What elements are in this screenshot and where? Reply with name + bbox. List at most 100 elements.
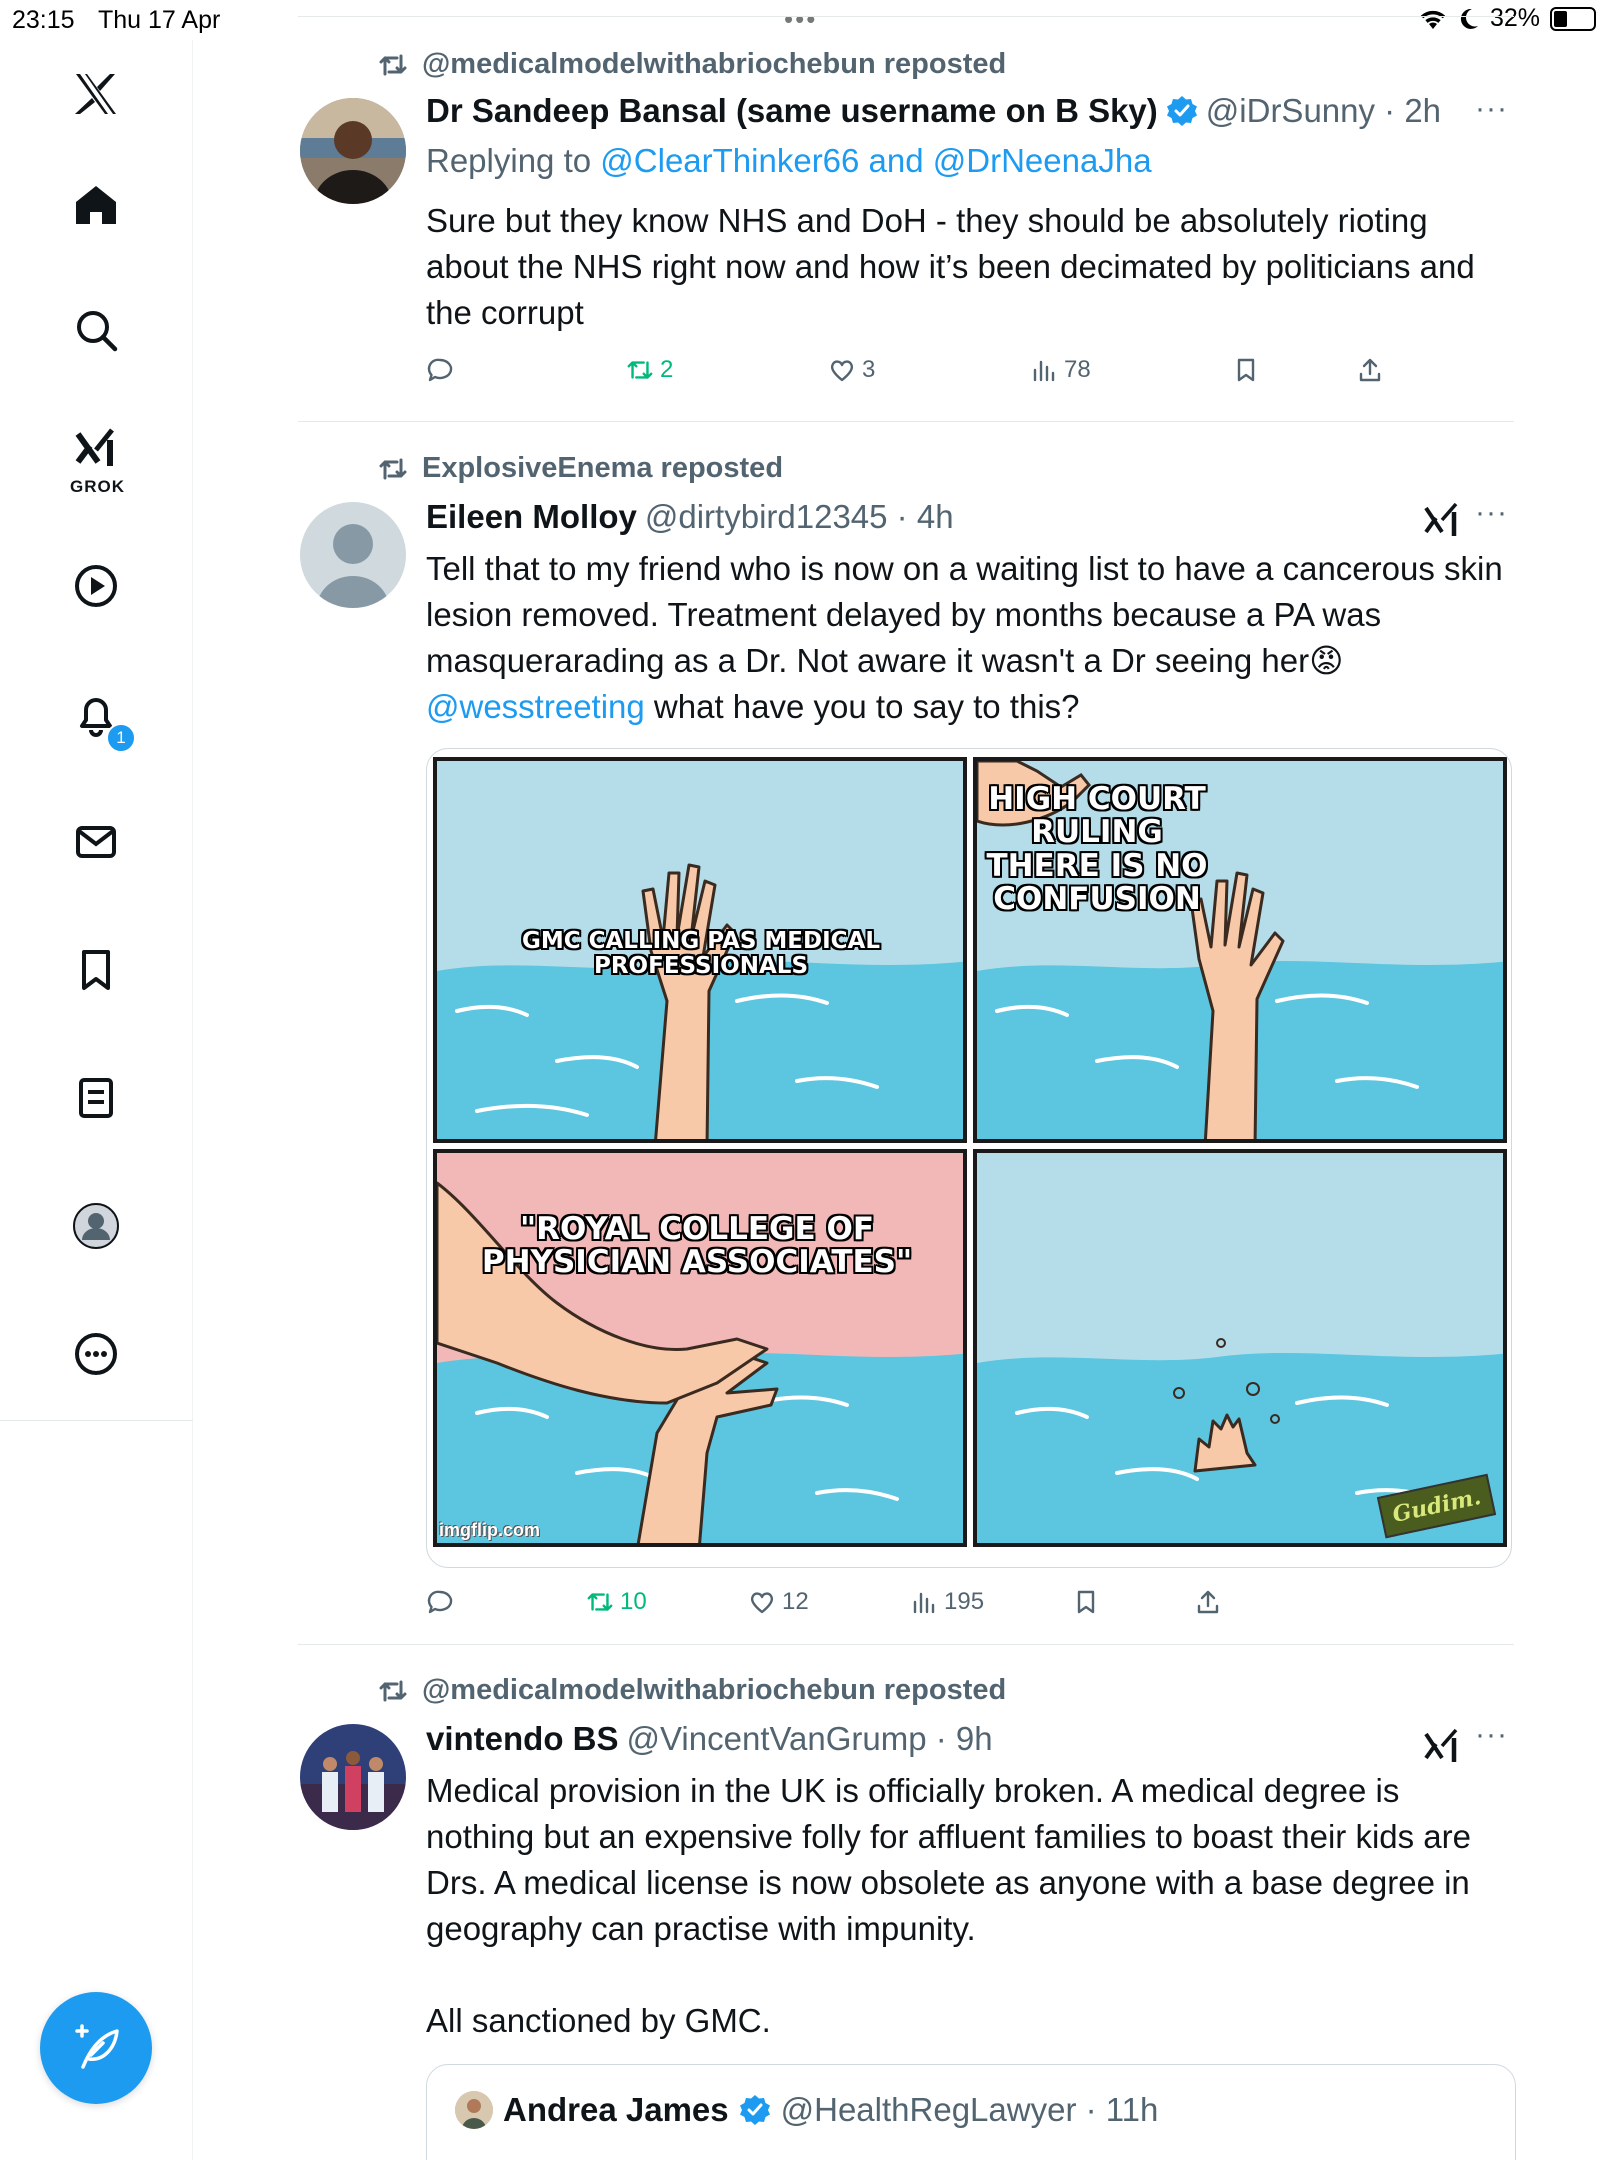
repost-indicator: @medicalmodelwithabriochebun reposted	[378, 1674, 1006, 1707]
sidebar-divider	[0, 1420, 193, 1421]
post-actions: 10 12 195	[426, 1588, 1446, 1628]
repost-by-text: ExplosiveEnema reposted	[422, 452, 784, 484]
grok-icon[interactable]	[64, 418, 128, 482]
view-count: 195	[944, 1588, 985, 1615]
like-count: 3	[862, 356, 876, 383]
author-handle-time[interactable]: @VincentVanGrump · 9h	[627, 1720, 993, 1758]
repost-count: 2	[660, 356, 674, 383]
repost-indicator: @medicalmodelwithabriochebun reposted	[378, 48, 1006, 81]
repost-icon	[379, 1680, 407, 1701]
repost-icon	[379, 458, 407, 479]
repost-icon	[587, 1593, 613, 1611]
post-divider	[298, 1644, 1514, 1645]
replying-to-label: Replying to	[426, 142, 592, 179]
post-text: Medical provision in the UK is officiall…	[426, 1772, 1471, 1947]
wifi-icon	[1420, 10, 1446, 29]
lists-icon[interactable]	[64, 1066, 128, 1130]
reply-icon	[427, 1590, 453, 1614]
search-icon[interactable]	[64, 298, 128, 362]
status-time: 23:15	[12, 6, 75, 34]
bookmark-icon	[1237, 358, 1255, 382]
avatar[interactable]	[300, 98, 406, 204]
post-text: Sure but they know NHS and DoH - they sh…	[426, 202, 1475, 331]
avatar[interactable]	[300, 1724, 406, 1830]
post-text-2: All sanctioned by GMC.	[426, 2002, 771, 2039]
meme-panel-1: GMC calling PAs medical professionals	[433, 757, 967, 1143]
post-vintendo-bs[interactable]: @medicalmodelwithabriochebun reposted vi…	[298, 1668, 1516, 2160]
profile-avatar-icon[interactable]	[64, 1194, 128, 1258]
sidebar: GROK 1	[0, 40, 193, 2160]
repost-by-text: @medicalmodelwithabriochebun reposted	[422, 48, 1007, 80]
quoted-author-handle-time[interactable]: @HealthRegLawyer · 11h	[781, 2091, 1159, 2129]
heart-icon	[750, 1592, 774, 1614]
bookmark-button[interactable]	[1232, 356, 1260, 384]
share-icon	[1359, 358, 1381, 382]
repost-icon	[379, 54, 407, 75]
author-handle-time[interactable]: @iDrSunny · 2h	[1206, 92, 1441, 130]
imgflip-watermark: imgflip.com	[439, 1520, 541, 1540]
reply-button[interactable]	[426, 1588, 454, 1616]
more-options-icon[interactable]	[64, 1322, 128, 1386]
author-handle-time[interactable]: @dirtybird12345 · 4h	[645, 498, 954, 536]
bookmark-button[interactable]	[1072, 1588, 1100, 1616]
author-name[interactable]: vintendo BS	[426, 1720, 619, 1758]
reply-button[interactable]	[426, 356, 454, 384]
share-icon	[1197, 1590, 1219, 1614]
feed-top-divider	[298, 16, 1514, 17]
replying-to-mentions[interactable]: @ClearThinker66 and @DrNeenaJha	[600, 142, 1151, 179]
x-logo-icon[interactable]	[64, 62, 128, 126]
multitask-dots-icon[interactable]: •••	[784, 4, 817, 35]
quoted-post[interactable]: Andrea James @HealthRegLawyer · 11h	[426, 2064, 1516, 2160]
post-divider	[298, 421, 1514, 422]
quoted-avatar	[455, 2091, 493, 2129]
like-button[interactable]: 3	[828, 356, 875, 384]
heart-icon	[830, 360, 854, 382]
share-button[interactable]	[1356, 356, 1384, 384]
more-options-icon[interactable]: ···	[1475, 496, 1508, 530]
author-name[interactable]: Dr Sandeep Bansal (same username on B Sk…	[426, 92, 1158, 130]
status-right: 32%	[1418, 4, 1596, 33]
battery-icon	[1550, 6, 1596, 31]
post-eileen-molloy[interactable]: ExplosiveEnema reposted Eileen Molloy @d…	[298, 446, 1514, 1642]
more-options-icon[interactable]: ···	[1475, 1718, 1508, 1752]
repost-button[interactable]: 2	[626, 356, 673, 384]
battery-percent: 32%	[1489, 4, 1540, 32]
bookmark-icon	[1077, 1590, 1095, 1614]
repost-count: 10	[620, 1588, 647, 1615]
video-play-icon[interactable]	[64, 554, 128, 618]
meme-caption-3: "ROYAL COLLEGE OF PHYSICIAN ASSOCIATES"	[481, 1211, 913, 1281]
view-count: 78	[1064, 356, 1091, 383]
verified-badge-icon	[739, 2095, 770, 2125]
grok-explain-icon[interactable]	[1422, 500, 1462, 540]
bookmarks-icon[interactable]	[64, 938, 128, 1002]
repost-by-text: @medicalmodelwithabriochebun reposted	[422, 1674, 1007, 1706]
meme-panel-4: Gudim.	[973, 1149, 1507, 1547]
views-button[interactable]: 78	[1030, 356, 1091, 384]
home-icon[interactable]	[64, 172, 128, 236]
views-button[interactable]: 195	[910, 1588, 984, 1616]
meme-caption-2: HIGH COURT RULING THERE IS NO CONFUSION	[986, 781, 1208, 918]
post-sandeep-bansal[interactable]: @medicalmodelwithabriochebun reposted Dr…	[298, 40, 1514, 420]
status-bar: 23:15 Thu 17 Apr ••• 32%	[0, 0, 1620, 40]
post-text: Tell that to my friend who is now on a w…	[426, 546, 1506, 730]
author-name[interactable]: Eileen Molloy	[426, 498, 637, 536]
share-button[interactable]	[1194, 1588, 1222, 1616]
grok-explain-icon[interactable]	[1422, 1726, 1462, 1766]
like-button[interactable]: 12	[748, 1588, 809, 1616]
post-text-after-mention: what have you to say to this?	[644, 688, 1080, 725]
reply-icon	[427, 358, 453, 382]
status-date: Thu 17 Apr	[98, 6, 221, 34]
more-options-icon[interactable]: ···	[1475, 92, 1508, 126]
compose-feather-icon	[75, 2024, 119, 2069]
grok-label: GROK	[70, 477, 125, 496]
meme-image[interactable]: GMC calling PAs medical professionals HI…	[426, 748, 1512, 1568]
repost-button[interactable]: 10	[586, 1588, 647, 1616]
quoted-author-name[interactable]: Andrea James	[503, 2091, 729, 2129]
mention-link[interactable]: @wesstreeting	[426, 688, 645, 725]
messages-mail-icon[interactable]	[64, 810, 128, 874]
like-count: 12	[782, 1588, 809, 1615]
avatar[interactable]	[300, 502, 406, 608]
post-header: Dr Sandeep Bansal (same username on B Sk…	[426, 92, 1441, 130]
compose-post-button[interactable]	[40, 1992, 152, 2104]
post-actions: 2 3 78	[426, 356, 1446, 396]
